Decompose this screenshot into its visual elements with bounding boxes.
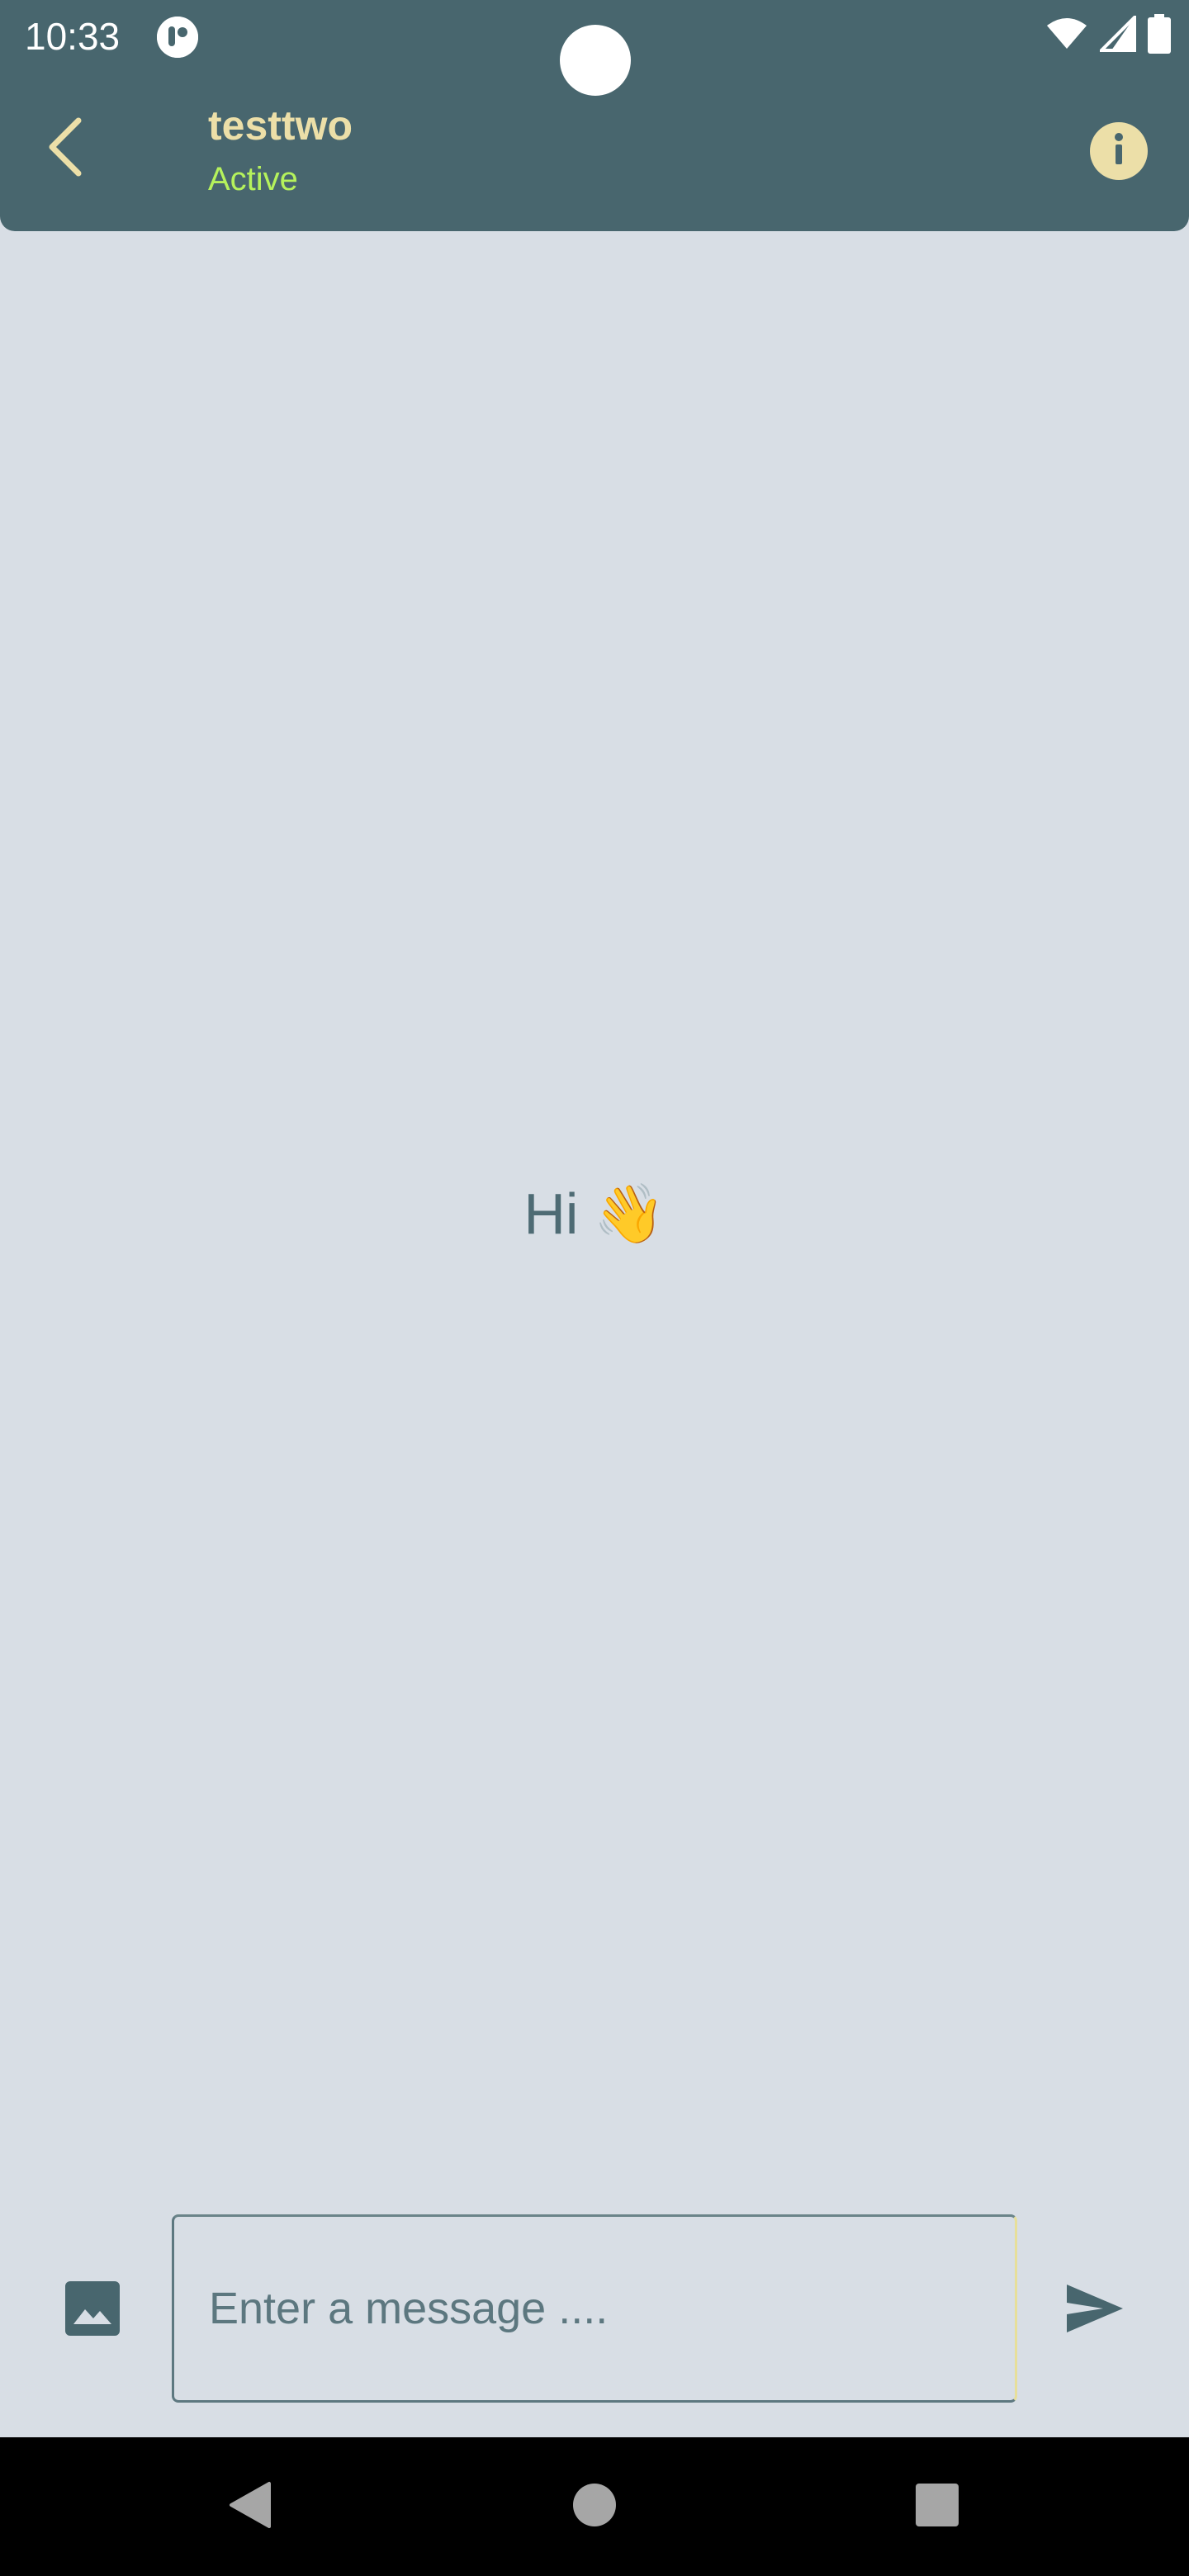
message-input[interactable] <box>172 2214 1017 2403</box>
wifi-icon <box>1045 17 1088 54</box>
contact-status: Active <box>208 161 298 197</box>
info-button[interactable] <box>1090 122 1148 180</box>
circle-home-icon <box>571 2482 618 2532</box>
image-icon <box>65 2280 120 2340</box>
contact-name: testtwo <box>208 102 353 149</box>
square-recents-icon <box>914 2482 960 2532</box>
greeting-text: Hi <box>523 1181 579 1246</box>
chat-screen: 10:33 testtwo Active Hi 👋 Enter a messag… <box>0 0 1189 2576</box>
info-icon <box>1106 131 1131 172</box>
notification-app-icon <box>157 17 198 58</box>
back-button[interactable] <box>33 116 99 182</box>
send-icon <box>1065 2283 1125 2338</box>
status-icons <box>1045 12 1171 58</box>
empty-chat-greeting: Hi 👋 <box>0 1172 1189 1255</box>
send-button[interactable] <box>1062 2277 1128 2343</box>
attach-image-button[interactable] <box>63 2280 122 2340</box>
camera-cutout <box>560 25 631 96</box>
battery-icon <box>1148 13 1171 58</box>
nav-recents-button[interactable] <box>904 2474 970 2540</box>
nav-home-button[interactable] <box>561 2474 628 2540</box>
cell-signal-icon <box>1097 12 1136 56</box>
status-time: 10:33 <box>25 15 121 58</box>
waving-hand-emoji: 👋 <box>593 1181 666 1246</box>
nav-back-button[interactable] <box>216 2474 282 2540</box>
triangle-back-icon <box>226 2480 272 2534</box>
chevron-left-icon <box>45 116 87 182</box>
